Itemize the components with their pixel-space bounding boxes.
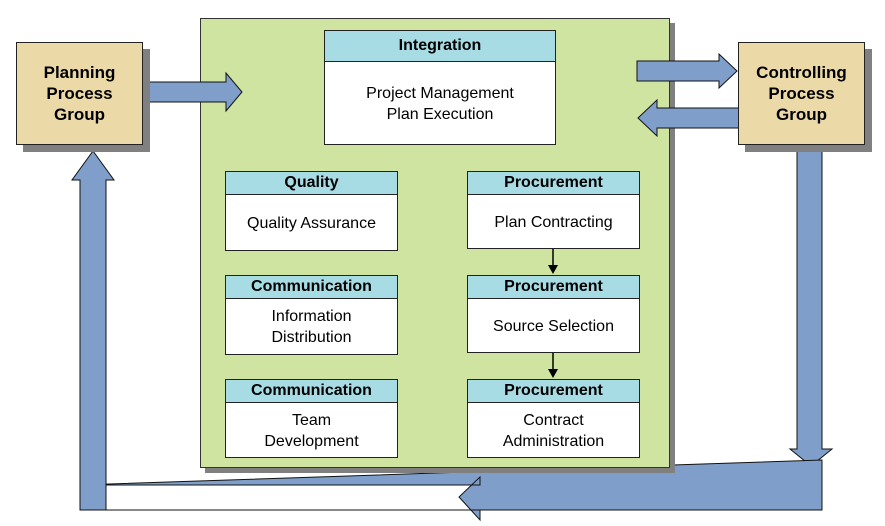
process-line-1: Quality Assurance bbox=[247, 214, 376, 232]
process-line-1: Plan Contracting bbox=[494, 213, 613, 231]
planning-process-group: Planning Process Group bbox=[16, 42, 143, 145]
process-line-2: Development bbox=[264, 432, 359, 450]
process-contract-administration: Procurement Contract Administration bbox=[467, 379, 640, 458]
process-line-2: Distribution bbox=[271, 329, 352, 346]
selection-to-administration-arrowhead bbox=[548, 369, 558, 378]
process-quality-assurance: Quality Quality Assurance bbox=[225, 171, 398, 251]
controlling-line-1: Controlling bbox=[756, 63, 847, 82]
process-integration: Integration Project Management Plan Exec… bbox=[324, 30, 556, 145]
controlling-line-2: Process bbox=[768, 84, 835, 103]
process-line-1: Team bbox=[291, 411, 332, 429]
process-line-1: Source Selection bbox=[493, 317, 614, 335]
process-name: Team Development bbox=[226, 403, 397, 458]
process-plan-contracting: Procurement Plan Contracting bbox=[467, 171, 640, 249]
process-team-development: Communication Team Development bbox=[225, 379, 398, 458]
controlling-line-3: Group bbox=[776, 105, 827, 124]
process-information-distribution: Communication Information Distribution bbox=[225, 275, 398, 355]
executing-to-controlling-arrow bbox=[636, 52, 738, 90]
process-line-2: Plan Execution bbox=[386, 105, 494, 123]
process-line-1: Contract bbox=[523, 411, 584, 429]
process-name: Contract Administration bbox=[468, 403, 639, 458]
process-area-label: Procurement bbox=[468, 172, 639, 195]
process-area-label: Procurement bbox=[468, 380, 639, 403]
contracting-to-selection-arrowhead bbox=[548, 265, 558, 274]
process-line-1: Project Management bbox=[366, 84, 514, 102]
process-name: Plan Contracting bbox=[468, 195, 639, 249]
planning-line-1: Planning bbox=[43, 63, 116, 82]
process-name: Information Distribution bbox=[226, 299, 397, 355]
planning-line-3: Group bbox=[54, 105, 105, 124]
controlling-to-executing-arrow bbox=[637, 98, 741, 138]
process-area-label: Communication bbox=[226, 380, 397, 403]
process-line-2: Administration bbox=[502, 432, 605, 450]
planning-line-2: Process bbox=[46, 84, 113, 103]
process-name: Project Management Plan Execution bbox=[325, 62, 555, 145]
process-name: Source Selection bbox=[468, 299, 639, 353]
planning-to-executing-arrow bbox=[142, 71, 243, 113]
controlling-process-group: Controlling Process Group bbox=[738, 42, 865, 145]
process-name: Quality Assurance bbox=[226, 195, 397, 251]
process-area-label: Quality bbox=[226, 172, 397, 195]
process-line-1: Information bbox=[271, 308, 352, 325]
process-source-selection: Procurement Source Selection bbox=[467, 275, 640, 353]
process-area-label: Communication bbox=[226, 276, 397, 299]
process-area-label: Integration bbox=[325, 31, 555, 62]
process-area-label: Procurement bbox=[468, 276, 639, 299]
